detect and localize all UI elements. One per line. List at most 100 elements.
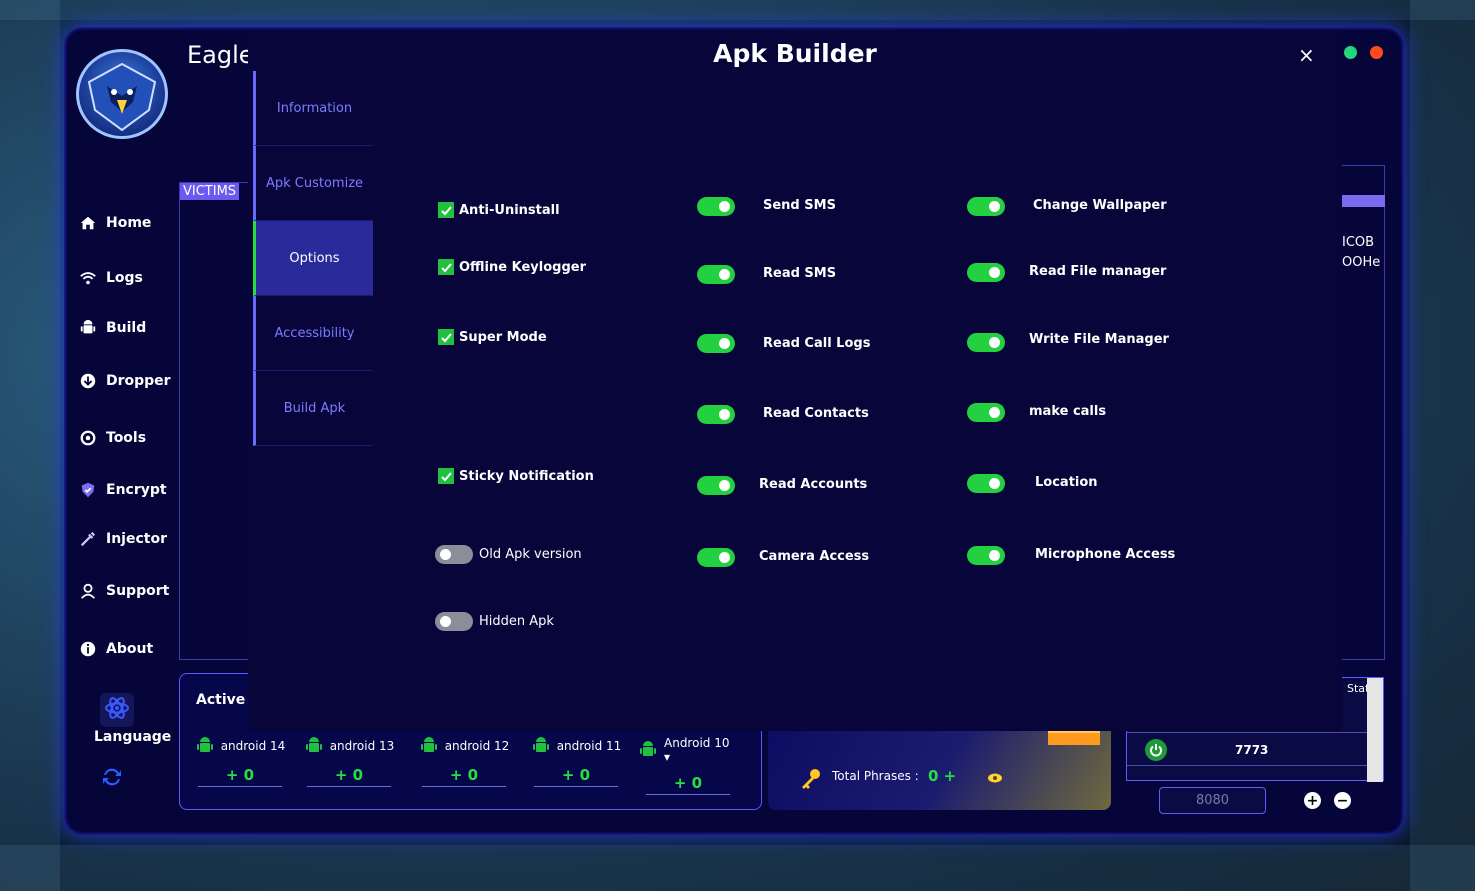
sidebar-item-encrypt[interactable]: Encrypt (78, 480, 167, 500)
checkmark-icon (438, 202, 454, 218)
tab-accessibility[interactable]: Accessibility (253, 296, 373, 371)
toggle-label: Read Accounts (759, 477, 868, 492)
android-icon (304, 736, 324, 756)
checkmark-icon (438, 329, 454, 345)
toggle-label: Change Wallpaper (1033, 198, 1167, 213)
sidebar-item-tools[interactable]: Tools (78, 428, 146, 448)
super-mode-checkbox[interactable]: Super Mode (438, 329, 547, 345)
microphone-access-toggle[interactable] (967, 546, 1005, 565)
android-icon (419, 736, 439, 756)
sidebar-item-label: Build (106, 320, 147, 336)
toggle-label: Read Call Logs (763, 336, 871, 351)
sidebar-item-label: Tools (106, 430, 147, 446)
sidebar: Home Logs Build Dropper Tools Encrypt In… (64, 27, 180, 835)
checkbox-label: Super Mode (459, 329, 547, 345)
home-icon (78, 213, 98, 233)
device-name: android 11 (556, 739, 622, 753)
remove-port-button[interactable]: − (1334, 792, 1351, 809)
device-count: + 0 (646, 774, 730, 795)
sidebar-item-label: Support (106, 583, 170, 599)
eye-icon[interactable] (987, 769, 1003, 788)
device-android-10-dropdown[interactable]: Android 10 ▾ + 0 (638, 736, 738, 795)
toggle-label: Read Contacts (763, 406, 869, 421)
minimize-button[interactable] (1344, 46, 1357, 59)
syringe-icon (78, 529, 98, 549)
android-icon (531, 736, 551, 756)
read-call-logs-toggle[interactable] (697, 334, 735, 353)
tab-apk-customize[interactable]: Apk Customize (253, 146, 373, 221)
tab-information[interactable]: Information (253, 71, 373, 146)
phrases-label: Total Phrases : (832, 769, 919, 783)
device-android-13: android 13 + 0 (299, 736, 399, 787)
device-android-11: android 11 + 0 (526, 736, 626, 787)
power-icon[interactable] (1145, 739, 1167, 761)
make-calls-toggle[interactable] (967, 403, 1005, 422)
anti-uninstall-checkbox[interactable]: Anti-Uninstall (438, 202, 560, 218)
sidebar-item-home[interactable]: Home (78, 213, 151, 233)
sidebar-item-label: Dropper (106, 373, 171, 389)
toggle-label: Camera Access (759, 549, 870, 564)
close-icon[interactable]: × (1298, 43, 1315, 67)
offline-keylogger-checkbox[interactable]: Offline Keylogger (438, 259, 586, 275)
device-count: + 0 (422, 766, 506, 787)
location-toggle[interactable] (967, 474, 1005, 493)
device-count: + 0 (307, 766, 391, 787)
toggle-label: Hidden Apk (479, 614, 554, 629)
device-name: Android 10 ▾ (664, 736, 730, 764)
change-wallpaper-toggle[interactable] (967, 197, 1005, 216)
scrollbar[interactable] (1367, 678, 1383, 782)
tab-build-apk[interactable]: Build Apk (253, 371, 373, 446)
camera-access-toggle[interactable] (697, 548, 735, 567)
sidebar-item-logs[interactable]: Logs (78, 268, 143, 288)
language-label: Language (94, 729, 172, 745)
background-stripe (0, 845, 1475, 891)
device-android-12: android 12 + 0 (414, 736, 514, 787)
read-contacts-toggle[interactable] (697, 405, 735, 424)
sidebar-item-build[interactable]: Build (78, 318, 146, 338)
write-file-manager-toggle[interactable] (967, 333, 1005, 352)
device-name: android 14 (220, 739, 286, 753)
tab-options[interactable]: Options (253, 221, 373, 296)
key-icon (798, 767, 822, 795)
checkbox-label: Anti-Uninstall (459, 202, 560, 218)
sidebar-item-injector[interactable]: Injector (78, 529, 167, 549)
sidebar-item-label: Home (106, 215, 152, 231)
refresh-icon[interactable] (100, 765, 124, 789)
toggle-label: Write File Manager (1029, 332, 1169, 347)
toggle-label: Location (1035, 475, 1098, 490)
language-button[interactable] (100, 693, 134, 727)
sidebar-item-label: Encrypt (106, 482, 167, 498)
table-row[interactable]: 7773 (1127, 732, 1367, 766)
atom-icon (104, 695, 130, 725)
victims-label: VICTIMS (180, 183, 240, 200)
device-name: android 12 (444, 739, 510, 753)
add-port-button[interactable]: + (1304, 792, 1321, 809)
sticky-notification-checkbox[interactable]: Sticky Notification (438, 468, 594, 484)
sidebar-item-about[interactable]: About (78, 639, 153, 659)
background-stripe (1410, 0, 1475, 891)
toggle-label: Old Apk version (479, 547, 582, 562)
sidebar-item-label: About (106, 641, 154, 657)
read-accounts-toggle[interactable] (697, 476, 735, 495)
app-title: Eagle (187, 41, 254, 69)
toggle-label: Read File manager (1029, 264, 1167, 279)
android-icon (638, 740, 658, 760)
read-sms-toggle[interactable] (697, 265, 735, 284)
hidden-apk-toggle[interactable] (435, 612, 473, 631)
device-count: + 0 (534, 766, 618, 787)
apk-builder-dialog: Apk Builder × Information Apk Customize … (248, 31, 1342, 731)
close-window-button[interactable] (1370, 46, 1383, 59)
old-apk-version-toggle[interactable] (435, 545, 473, 564)
android-icon (195, 736, 215, 756)
read-file-manager-toggle[interactable] (967, 263, 1005, 282)
port-input[interactable]: 8080 (1159, 787, 1266, 814)
sidebar-item-dropper[interactable]: Dropper (78, 371, 171, 391)
victims-panel (179, 182, 259, 660)
wifi-icon (78, 268, 98, 288)
toggle-label: make calls (1029, 404, 1107, 419)
checkmark-icon (438, 259, 454, 275)
send-sms-toggle[interactable] (697, 197, 735, 216)
info-icon (78, 639, 98, 659)
device-count: + 0 (198, 766, 282, 787)
sidebar-item-support[interactable]: Support (78, 581, 169, 601)
